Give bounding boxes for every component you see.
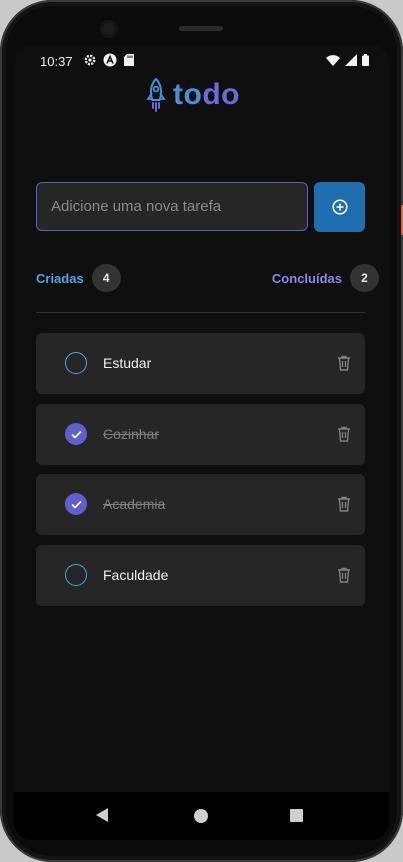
rocket-icon bbox=[146, 78, 166, 112]
checkmark-icon bbox=[70, 500, 82, 509]
done-count-badge: 2 bbox=[350, 264, 379, 292]
divider bbox=[36, 312, 365, 313]
done-counter: Concluídas 2 bbox=[272, 264, 379, 292]
task-item[interactable]: Cozinhar bbox=[36, 404, 365, 465]
signal-icon bbox=[345, 54, 357, 66]
wifi-icon bbox=[326, 55, 340, 66]
trash-icon[interactable] bbox=[337, 355, 351, 376]
task-item[interactable]: Faculdade bbox=[36, 545, 365, 606]
created-counter: Criadas 4 bbox=[36, 264, 121, 292]
status-right-icons bbox=[326, 54, 369, 66]
task-item[interactable]: Estudar bbox=[36, 333, 365, 394]
trash-icon[interactable] bbox=[337, 426, 351, 447]
task-checkbox-checked[interactable] bbox=[65, 423, 87, 445]
navigation-bar bbox=[14, 792, 389, 840]
battery-icon bbox=[362, 54, 369, 66]
recents-icon[interactable] bbox=[290, 809, 303, 822]
task-item[interactable]: Academia bbox=[36, 474, 365, 535]
done-label: Concluídas bbox=[271, 270, 342, 286]
task-checkbox[interactable] bbox=[65, 352, 87, 374]
task-label: Estudar bbox=[103, 355, 152, 371]
logo-text-do: do bbox=[202, 78, 240, 111]
new-task-input[interactable] bbox=[36, 182, 308, 231]
phone-frame: 10:37 todo Adicione uma nova tarefa Cria… bbox=[0, 0, 403, 862]
front-camera bbox=[100, 20, 118, 38]
status-left-icons bbox=[84, 53, 134, 67]
back-icon[interactable] bbox=[95, 807, 109, 823]
sd-card-icon bbox=[124, 54, 134, 66]
status-time: 10:37 bbox=[40, 54, 73, 69]
plus-circle-icon bbox=[331, 199, 348, 215]
app-logo: todo bbox=[145, 78, 240, 112]
task-checkbox-checked[interactable] bbox=[65, 493, 87, 515]
a-badge-icon bbox=[103, 53, 117, 67]
trash-icon[interactable] bbox=[337, 567, 351, 588]
add-task-button[interactable] bbox=[314, 182, 365, 232]
task-checkbox[interactable] bbox=[65, 564, 87, 586]
checkmark-icon bbox=[70, 430, 82, 439]
home-icon[interactable] bbox=[194, 809, 208, 823]
task-label: Academia bbox=[103, 496, 166, 512]
task-label: Faculdade bbox=[103, 567, 169, 583]
trash-icon[interactable] bbox=[337, 496, 351, 517]
app-screen: 10:37 todo Adicione uma nova tarefa Cria… bbox=[14, 45, 389, 840]
gear-icon bbox=[84, 54, 96, 66]
logo-text-to: to bbox=[173, 78, 203, 111]
task-label: Cozinhar bbox=[103, 426, 160, 442]
status-bar: 10:37 bbox=[14, 45, 389, 75]
created-count-badge: 4 bbox=[91, 264, 121, 292]
logo-text: todo bbox=[173, 78, 240, 112]
earpiece-speaker bbox=[179, 26, 223, 31]
created-label: Criadas bbox=[36, 270, 84, 286]
